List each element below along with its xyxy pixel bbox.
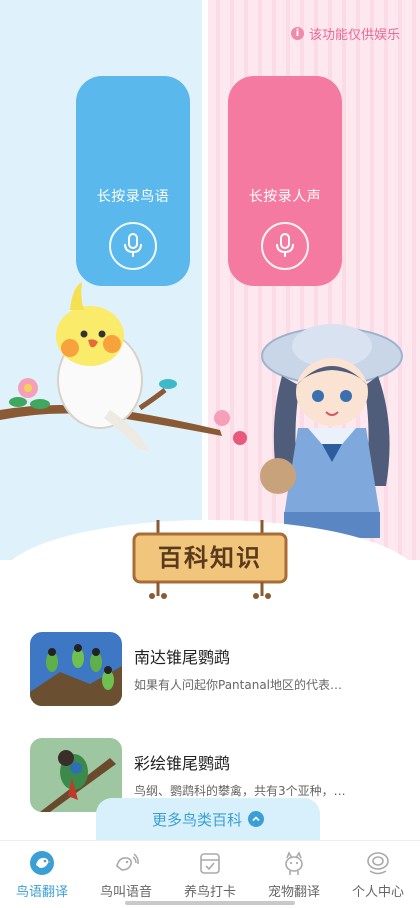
tab-label: 宠物翻译 <box>267 885 320 900</box>
pet-translate-icon <box>285 851 303 875</box>
tab-label: 鸟叫语音 <box>99 885 152 900</box>
bottom-tab-bar: 鸟语翻译 鸟叫语音 养鸟打卡 宠物翻译 个人中心 <box>0 840 420 908</box>
bird-sound-icon <box>116 853 139 871</box>
bird-translator-screen: i 该功能仅供娱乐 长按录鸟语 长按录人声 百科知识 南达锥尾鹦鹉 如果有人问起… <box>0 0 420 908</box>
record-human-button[interactable]: 长按录人声 <box>228 76 342 286</box>
cockatiel-illustration <box>0 282 247 452</box>
entertainment-notice: i 该功能仅供娱乐 <box>290 24 400 43</box>
girl-illustration <box>260 324 403 538</box>
article-title: 南达锥尾鹦鹉 <box>134 648 231 667</box>
article-description: 如果有人问起你Pantanal地区的代表… <box>134 678 343 692</box>
article-item[interactable]: 南达锥尾鹦鹉 如果有人问起你Pantanal地区的代表… <box>30 632 402 708</box>
tab-label: 个人中心 <box>351 885 404 900</box>
bird-translate-icon <box>30 851 54 875</box>
tab-label: 养鸟打卡 <box>183 885 236 900</box>
tab-bird-sound[interactable]: 鸟叫语音 <box>84 841 168 908</box>
record-human-label: 长按录人声 <box>248 189 322 205</box>
profile-icon <box>367 852 389 875</box>
article-description: 鸟纲、鹦鹉科的攀禽，共有3个亚种，… <box>134 784 346 798</box>
info-icon: i <box>290 27 304 40</box>
tab-pet-translate[interactable]: 宠物翻译 <box>252 841 336 908</box>
tab-label: 鸟语翻译 <box>15 885 68 900</box>
article-title: 彩绘锥尾鹦鹉 <box>134 754 231 773</box>
article-thumbnail <box>30 632 122 706</box>
record-bird-button[interactable]: 长按录鸟语 <box>76 76 190 286</box>
tab-checkin[interactable]: 养鸟打卡 <box>168 841 252 908</box>
notice-text: 该功能仅供娱乐 <box>308 28 400 43</box>
tab-profile[interactable]: 个人中心 <box>336 841 420 908</box>
chevron-up-icon <box>248 811 264 827</box>
record-bird-label: 长按录鸟语 <box>96 189 170 205</box>
tab-bird-translate[interactable]: 鸟语翻译 <box>0 841 84 908</box>
more-encyclopedia-button[interactable]: 更多鸟类百科 <box>96 798 320 840</box>
microphone-icon <box>109 222 157 270</box>
checkin-icon <box>200 853 220 874</box>
home-indicator <box>125 901 295 905</box>
more-encyclopedia-label: 更多鸟类百科 <box>151 810 242 829</box>
section-title: 百科知识 <box>158 544 262 572</box>
microphone-icon <box>261 222 309 270</box>
